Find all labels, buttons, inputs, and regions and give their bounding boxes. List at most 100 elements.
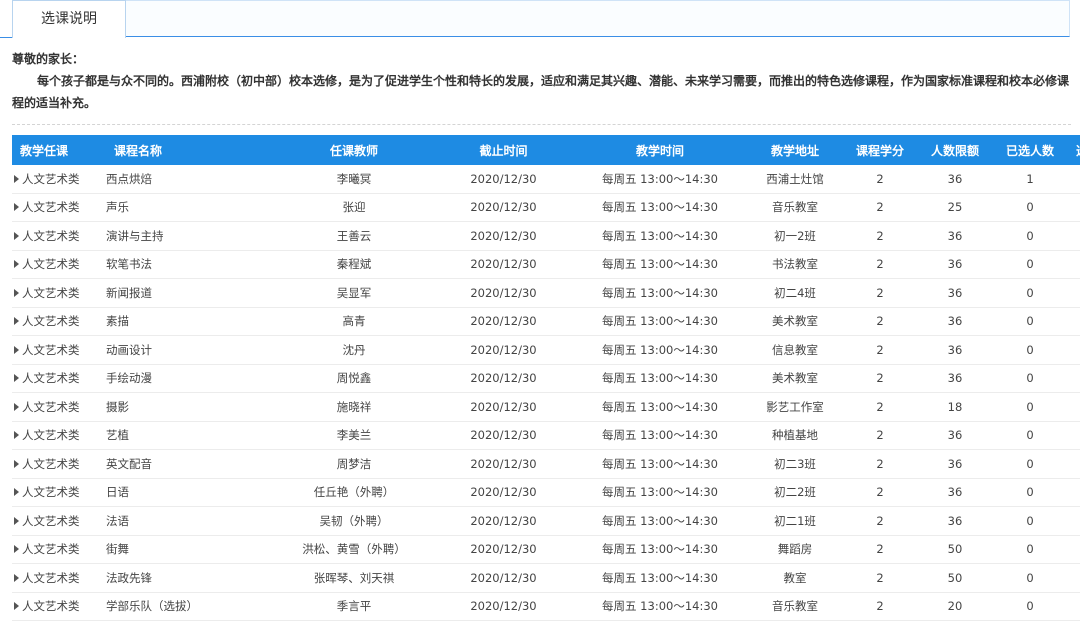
select-cell xyxy=(1065,592,1080,621)
expand-triangle-icon[interactable] xyxy=(14,374,19,383)
deadline-cell: 2020/12/30 xyxy=(432,449,575,479)
enrolled-cell: 0 xyxy=(995,250,1065,279)
course-name-cell: 艺植 xyxy=(106,421,276,450)
expand-triangle-icon[interactable] xyxy=(14,431,19,440)
credits-cell: 2 xyxy=(845,563,915,593)
category-cell: 人文艺术类 xyxy=(12,250,106,279)
enrolled-cell: 0 xyxy=(995,193,1065,222)
capacity-cell: 36 xyxy=(915,278,995,308)
header-enrolled: 已选人数 xyxy=(995,135,1065,165)
header-capacity: 人数限额 xyxy=(915,135,995,165)
category-label: 人文艺术类 xyxy=(22,371,80,386)
teacher-cell: 洪松、黄雪（外聘） xyxy=(276,535,432,564)
course-name-cell: 声乐 xyxy=(106,193,276,222)
course-name-cell: 新闻报道 xyxy=(106,278,276,308)
location-cell: 西浦土灶馆 xyxy=(745,165,845,194)
table-row: 人文艺术类 日语 任丘艳（外聘） 2020/12/30 每周五 13:00～14:30 初… xyxy=(12,478,1080,507)
course-name-cell: 街舞 xyxy=(106,535,276,564)
teacher-cell: 张迎 xyxy=(276,193,432,222)
course-name-cell: 日语 xyxy=(106,478,276,507)
expand-triangle-icon[interactable] xyxy=(14,573,19,582)
expand-triangle-icon[interactable] xyxy=(14,288,19,297)
header-credits: 课程学分 xyxy=(845,135,915,165)
expand-triangle-icon[interactable] xyxy=(14,402,19,411)
teacher-cell: 施晓祥 xyxy=(276,392,432,422)
credits-cell: 2 xyxy=(845,221,915,251)
category-label: 人文艺术类 xyxy=(22,257,80,272)
location-cell: 初二3班 xyxy=(745,449,845,479)
credits-cell: 2 xyxy=(845,478,915,507)
location-cell: 书法教室 xyxy=(745,250,845,279)
enrolled-cell: 1 xyxy=(995,165,1065,194)
expand-triangle-icon[interactable] xyxy=(14,174,19,183)
category-label: 人文艺术类 xyxy=(22,399,80,414)
category-cell: 人文艺术类 xyxy=(12,563,106,593)
table-row: 人文艺术类 艺植 李美兰 2020/12/30 每周五 13:00～14:30 种植基地 2… xyxy=(12,421,1080,450)
deadline-cell: 2020/12/30 xyxy=(432,221,575,251)
expand-triangle-icon[interactable] xyxy=(14,231,19,240)
enrolled-cell: 0 xyxy=(995,307,1065,336)
course-name-cell: 手绘动漫 xyxy=(106,364,276,393)
table-row: 人文艺术类 英文配音 周梦洁 2020/12/30 每周五 13:00～14:30 初二3… xyxy=(12,449,1080,479)
expand-triangle-icon[interactable] xyxy=(14,203,19,212)
enrolled-cell: 0 xyxy=(995,535,1065,564)
category-cell: 人文艺术类 xyxy=(12,193,106,222)
table-row: 人文艺术类 法语 吴韧（外聘） 2020/12/30 每周五 13:00～14:30 初二… xyxy=(12,506,1080,536)
schedule-cell: 每周五 13:00～14:30 xyxy=(575,392,745,422)
course-name-cell: 素描 xyxy=(106,307,276,336)
course-name-cell: 法政先锋 xyxy=(106,563,276,593)
category-cell: 人文艺术类 xyxy=(12,449,106,479)
location-cell: 教室 xyxy=(745,563,845,593)
schedule-cell: 每周五 13:00～14:30 xyxy=(575,165,745,194)
category-label: 人文艺术类 xyxy=(22,456,80,471)
credits-cell: 2 xyxy=(845,278,915,308)
credits-cell: 2 xyxy=(845,449,915,479)
select-cell xyxy=(1065,193,1080,222)
category-cell: 人文艺术类 xyxy=(12,506,106,536)
teacher-cell: 沈丹 xyxy=(276,335,432,365)
category-label: 人文艺术类 xyxy=(22,200,80,215)
capacity-cell: 36 xyxy=(915,449,995,479)
location-cell: 音乐教室 xyxy=(745,193,845,222)
header-select: 选择 xyxy=(1065,135,1080,165)
table-row: 人文艺术类 摄影 施晓祥 2020/12/30 每周五 13:00～14:30 影艺工作室… xyxy=(12,392,1080,422)
table-row: 人文艺术类 软笔书法 秦程斌 2020/12/30 每周五 13:00～14:30 书法教… xyxy=(12,250,1080,279)
expand-triangle-icon[interactable] xyxy=(14,488,19,497)
select-cell xyxy=(1065,421,1080,450)
deadline-cell: 2020/12/30 xyxy=(432,250,575,279)
teacher-cell: 高青 xyxy=(276,307,432,336)
category-label: 人文艺术类 xyxy=(22,171,80,186)
capacity-cell: 36 xyxy=(915,165,995,194)
expand-triangle-icon[interactable] xyxy=(14,317,19,326)
course-name-cell: 英文配音 xyxy=(106,449,276,479)
location-cell: 美术教室 xyxy=(745,364,845,393)
capacity-cell: 50 xyxy=(915,563,995,593)
schedule-cell: 每周五 13:00～14:30 xyxy=(575,506,745,536)
deadline-cell: 2020/12/30 xyxy=(432,165,575,194)
table-row: 人文艺术类 素描 高青 2020/12/30 每周五 13:00～14:30 美术教室 2 3… xyxy=(12,307,1080,336)
capacity-cell: 36 xyxy=(915,478,995,507)
expand-triangle-icon[interactable] xyxy=(14,260,19,269)
credits-cell: 2 xyxy=(845,193,915,222)
tab-bar-strip xyxy=(125,0,1070,37)
expand-triangle-icon[interactable] xyxy=(14,345,19,354)
section-divider xyxy=(12,124,1071,125)
select-cell xyxy=(1065,364,1080,393)
enrolled-cell: 0 xyxy=(995,563,1065,593)
select-cell xyxy=(1065,250,1080,279)
enrolled-cell: 0 xyxy=(995,592,1065,621)
capacity-cell: 36 xyxy=(915,221,995,251)
expand-triangle-icon[interactable] xyxy=(14,545,19,554)
tab-course-instructions[interactable]: 选课说明 xyxy=(12,0,126,38)
expand-triangle-icon[interactable] xyxy=(14,516,19,525)
expand-triangle-icon[interactable] xyxy=(14,459,19,468)
category-cell: 人文艺术类 xyxy=(12,307,106,336)
deadline-cell: 2020/12/30 xyxy=(432,592,575,621)
enrolled-cell: 0 xyxy=(995,506,1065,536)
select-cell xyxy=(1065,335,1080,365)
expand-triangle-icon[interactable] xyxy=(14,602,19,611)
header-schedule: 教学时间 xyxy=(575,135,745,165)
course-name-cell: 动画设计 xyxy=(106,335,276,365)
category-cell: 人文艺术类 xyxy=(12,278,106,308)
schedule-cell: 每周五 13:00～14:30 xyxy=(575,193,745,222)
